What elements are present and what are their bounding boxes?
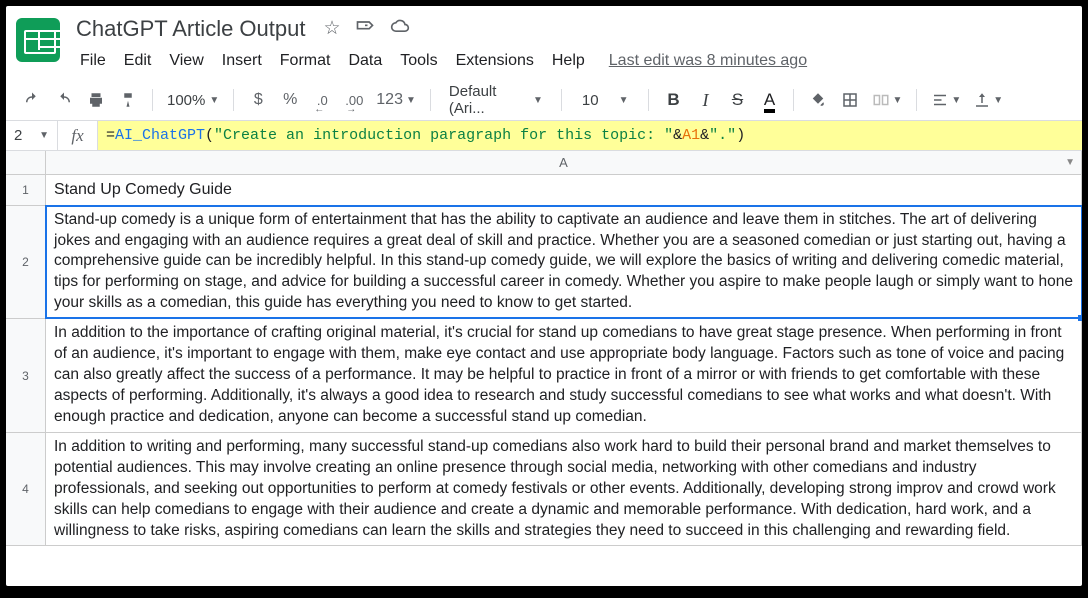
cell-a3[interactable]: In addition to the importance of craftin…	[46, 319, 1082, 432]
bold-button[interactable]: B	[659, 86, 687, 114]
vertical-align-button[interactable]: ▼	[969, 86, 1007, 114]
decrease-decimals-button[interactable]: .0←	[308, 86, 336, 114]
font-size-select[interactable]: 10▼	[572, 86, 639, 114]
cell-a1[interactable]: Stand Up Comedy Guide	[46, 175, 1082, 205]
more-formats-button[interactable]: 123▼	[372, 86, 420, 114]
row-header-3[interactable]: 3	[6, 319, 46, 432]
horizontal-align-button[interactable]: ▼	[927, 86, 965, 114]
menu-extensions[interactable]: Extensions	[448, 48, 542, 74]
move-icon[interactable]	[355, 17, 375, 42]
percent-button[interactable]: %	[276, 86, 304, 114]
cloud-icon[interactable]	[389, 17, 411, 42]
row-header-2[interactable]: 2	[6, 206, 46, 319]
spreadsheet-grid[interactable]: A▼ 1 Stand Up Comedy Guide 2 Stand-up co…	[6, 151, 1082, 586]
redo-button[interactable]	[50, 86, 78, 114]
row-header-4[interactable]: 4	[6, 433, 46, 546]
app-window: ChatGPT Article Output ☆ File Edit View …	[6, 6, 1082, 586]
toolbar: 100%▼ $ % .0← .00→ 123▼ Default (Ari...▼…	[6, 80, 1082, 121]
separator	[152, 89, 153, 111]
formula-bar: 2▼ fx =AI_ChatGPT("Create an introductio…	[6, 121, 1082, 151]
select-all-corner[interactable]	[6, 151, 46, 174]
menu-format[interactable]: Format	[272, 48, 339, 74]
currency-button[interactable]: $	[244, 86, 272, 114]
row-header-1[interactable]: 1	[6, 175, 46, 205]
italic-button[interactable]: I	[691, 86, 719, 114]
menu-file[interactable]: File	[72, 48, 114, 74]
name-box[interactable]: 2▼	[6, 121, 58, 150]
menu-view[interactable]: View	[161, 48, 211, 74]
separator	[561, 89, 562, 111]
column-header-a[interactable]: A▼	[46, 151, 1082, 174]
sheets-logo[interactable]	[16, 18, 60, 62]
text-color-button[interactable]: A	[755, 86, 783, 114]
doc-title[interactable]: ChatGPT Article Output	[72, 14, 309, 44]
increase-decimals-button[interactable]: .00→	[340, 86, 368, 114]
menu-data[interactable]: Data	[340, 48, 390, 74]
fx-icon: fx	[58, 121, 98, 150]
fill-color-button[interactable]	[804, 86, 832, 114]
separator	[648, 89, 649, 111]
menu-tools[interactable]: Tools	[392, 48, 445, 74]
separator	[233, 89, 234, 111]
last-edit-link[interactable]: Last edit was 8 minutes ago	[609, 52, 807, 70]
separator	[793, 89, 794, 111]
print-button[interactable]	[82, 86, 110, 114]
borders-button[interactable]	[836, 86, 864, 114]
star-icon[interactable]: ☆	[323, 17, 340, 42]
font-select[interactable]: Default (Ari...▼	[441, 86, 551, 114]
menu-help[interactable]: Help	[544, 48, 593, 74]
cell-a2[interactable]: Stand-up comedy is a unique form of ente…	[46, 206, 1082, 319]
paint-format-button[interactable]	[114, 86, 142, 114]
undo-button[interactable]	[18, 86, 46, 114]
separator	[430, 89, 431, 111]
separator	[916, 89, 917, 111]
menu-edit[interactable]: Edit	[116, 48, 160, 74]
formula-input[interactable]: =AI_ChatGPT("Create an introduction para…	[98, 121, 1082, 150]
menu-insert[interactable]: Insert	[214, 48, 270, 74]
merge-cells-button[interactable]: ▼	[868, 86, 906, 114]
zoom-select[interactable]: 100%▼	[163, 86, 223, 114]
menu-bar: File Edit View Insert Format Data Tools …	[72, 48, 1072, 74]
strikethrough-button[interactable]: S	[723, 86, 751, 114]
cell-a4[interactable]: In addition to writing and performing, m…	[46, 433, 1082, 546]
title-bar: ChatGPT Article Output ☆ File Edit View …	[6, 6, 1082, 74]
